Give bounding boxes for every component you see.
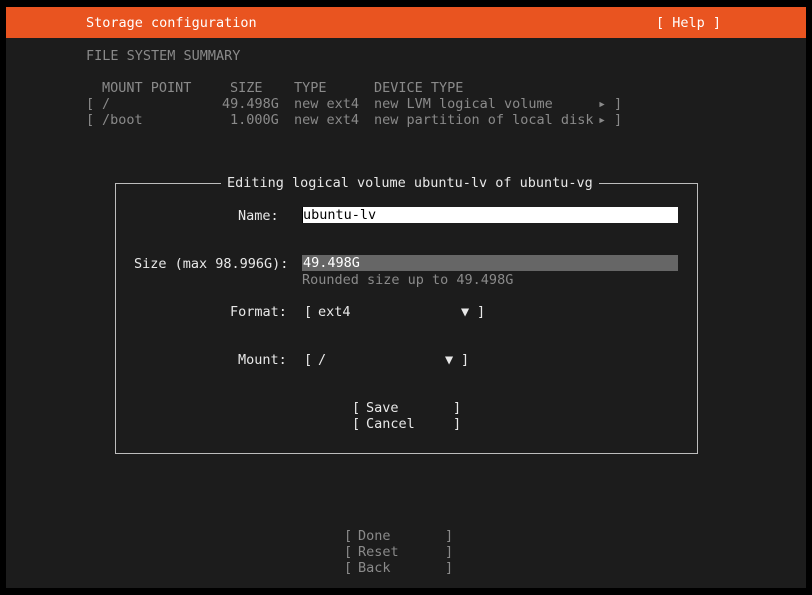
text-cursor	[302, 207, 303, 223]
col-type: TYPE	[294, 80, 327, 96]
done-label: Done	[358, 528, 391, 544]
row-bracket-open: [	[86, 96, 95, 112]
row-size: 1.000G	[230, 112, 279, 128]
done-bracket-close: ]	[445, 528, 454, 544]
row-mount: /boot	[102, 112, 143, 128]
format-bracket-close: ]	[477, 304, 486, 320]
size-field[interactable]: 49.498G	[302, 255, 678, 271]
save-bracket-close: ]	[453, 400, 462, 416]
save-label: Save	[366, 400, 399, 416]
name-value: ubuntu-lv	[303, 207, 377, 223]
header-bar: Storage configuration [ Help ]	[6, 7, 806, 38]
row-bracket-close: ]	[614, 96, 623, 112]
edit-lv-dialog: Editing logical volume ubuntu-lv of ubun…	[115, 175, 698, 454]
back-bracket-open: [	[344, 560, 353, 576]
name-label: Name:	[238, 208, 279, 224]
chevron-down-icon: ▼	[461, 304, 470, 320]
mount-bracket-close: ]	[461, 352, 470, 368]
row-bracket-close: ]	[614, 112, 623, 128]
done-bracket-open: [	[344, 528, 353, 544]
row-type: new ext4	[294, 112, 360, 128]
back-bracket-close: ]	[445, 560, 454, 576]
save-bracket-open: [	[352, 400, 361, 416]
size-label: Size (max 98.996G):	[134, 256, 289, 272]
size-value: 49.498G	[303, 255, 360, 271]
row-bracket-open: [	[86, 112, 95, 128]
name-field[interactable]: ubuntu-lv	[302, 207, 678, 223]
reset-label: Reset	[358, 544, 399, 560]
row-expand-icon: ▸	[598, 96, 607, 112]
back-label: Back	[358, 560, 391, 576]
page-title: Storage configuration	[86, 15, 257, 31]
row-device: new partition of local disk	[374, 112, 594, 128]
row-mount: /	[102, 96, 111, 112]
reset-bracket-open: [	[344, 544, 353, 560]
cancel-label: Cancel	[366, 416, 415, 432]
format-bracket-open: [	[304, 304, 313, 320]
col-size: SIZE	[230, 80, 263, 96]
col-device-type: DEVICE TYPE	[374, 80, 464, 96]
format-label: Format:	[230, 304, 287, 320]
row-device: new LVM logical volume	[374, 96, 553, 112]
cancel-bracket-close: ]	[453, 416, 462, 432]
cancel-bracket-open: [	[352, 416, 361, 432]
mount-bracket-open: [	[304, 352, 313, 368]
summary-heading: FILE SYSTEM SUMMARY	[86, 48, 241, 64]
row-expand-icon: ▸	[598, 112, 607, 128]
installer-screen: Storage configuration [ Help ] FILE SYST…	[6, 7, 806, 588]
mount-label: Mount:	[238, 352, 287, 368]
reset-bracket-close: ]	[445, 544, 454, 560]
format-value: ext4	[318, 304, 351, 320]
mount-value: /	[318, 352, 327, 368]
size-hint: Rounded size up to 49.498G	[302, 272, 514, 288]
row-size: 49.498G	[222, 96, 279, 112]
chevron-down-icon: ▼	[445, 352, 454, 368]
dialog-title: Editing logical volume ubuntu-lv of ubun…	[221, 175, 599, 191]
col-mount-point: MOUNT POINT	[102, 80, 192, 96]
row-type: new ext4	[294, 96, 360, 112]
help-button[interactable]: [ Help ]	[656, 15, 721, 31]
